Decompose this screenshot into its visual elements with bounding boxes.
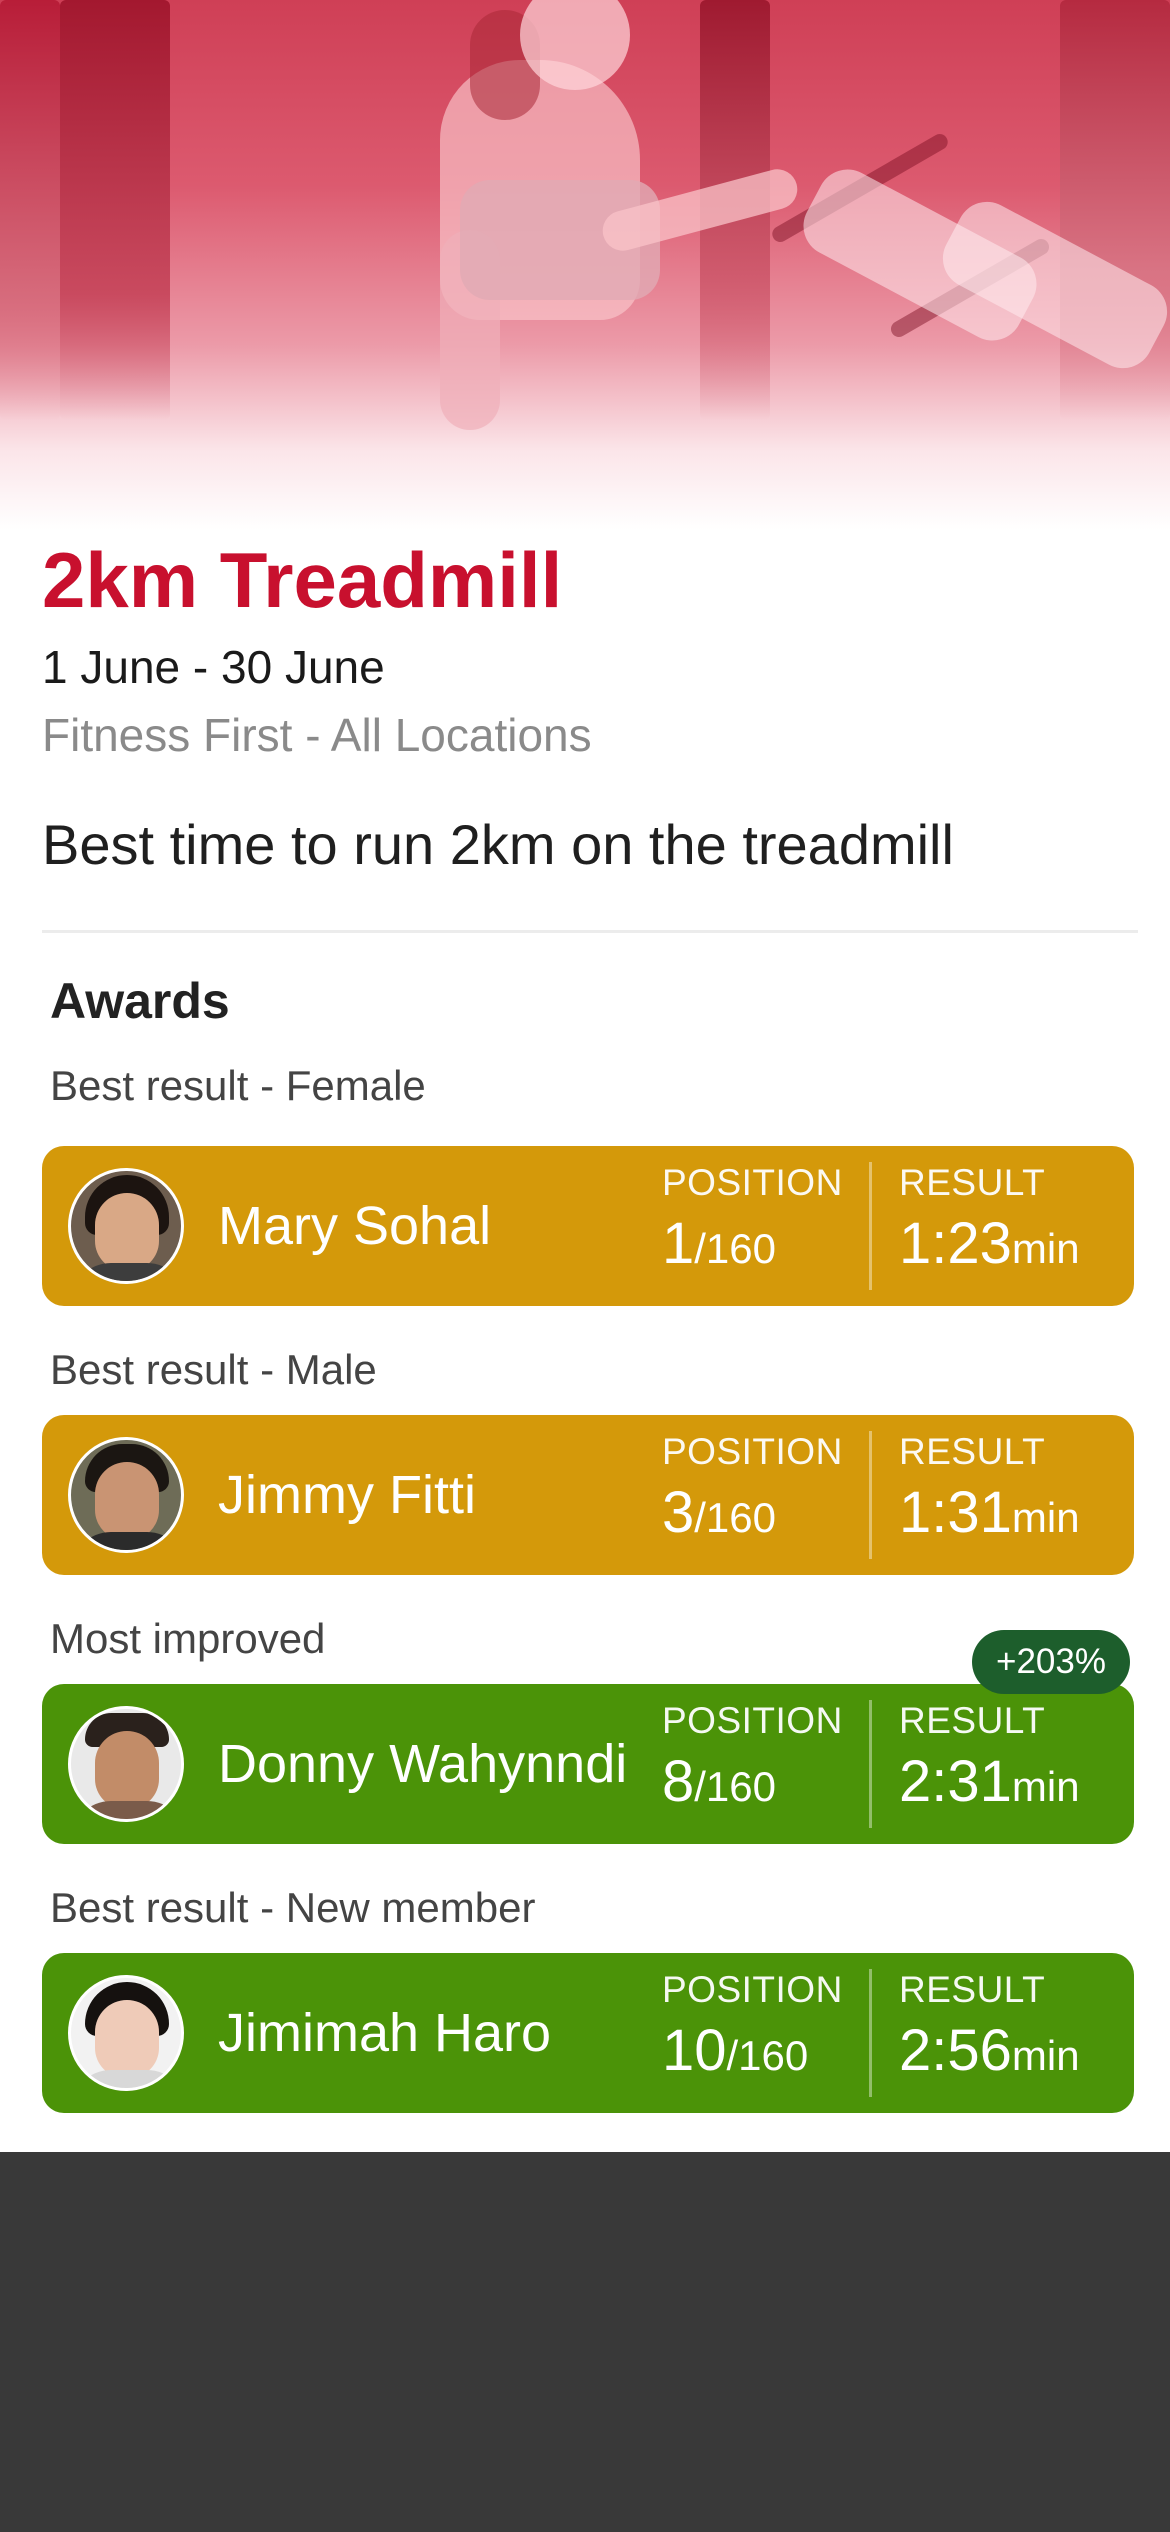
avatar — [68, 1437, 184, 1553]
stat-separator — [869, 1700, 872, 1828]
challenge-title: 2km Treadmill — [42, 536, 563, 624]
challenge-description: Best time to run 2km on the treadmill — [42, 813, 954, 876]
award-card-best-male[interactable]: Jimmy Fitti POSITION 3/160 RESULT 1:31mi… — [42, 1415, 1134, 1575]
position-total: /160 — [694, 1494, 777, 1541]
award-card-best-female[interactable]: Mary Sohal POSITION 1/160 RESULT 1:23min — [42, 1146, 1134, 1306]
result-stat: RESULT 1:23min — [899, 1162, 1080, 1277]
result-value: 1:31 — [899, 1480, 1012, 1545]
challenge-dates: 1 June - 30 June — [42, 641, 385, 693]
challenge-screen: 2km Treadmill 1 June - 30 June Fitness F… — [0, 0, 1170, 2152]
award-category-label: Best result - New member — [50, 1884, 536, 1931]
result-unit: min — [1011, 1763, 1080, 1810]
position-stat: POSITION 10/160 — [662, 1969, 843, 2084]
result-stat: RESULT 1:31min — [899, 1431, 1080, 1546]
position-value: 10 — [662, 2018, 727, 2083]
position-value: 1 — [662, 1211, 695, 1276]
member-name: Jimmy Fitti — [218, 1465, 476, 1525]
position-value: 3 — [662, 1480, 695, 1545]
result-value: 2:31 — [899, 1749, 1012, 1814]
position-total: /160 — [694, 1225, 777, 1272]
awards-heading: Awards — [50, 973, 230, 1029]
member-name: Jimimah Haro — [218, 2003, 552, 2063]
divider — [42, 930, 1138, 933]
result-value: 2:56 — [899, 2018, 1012, 2083]
award-category-label: Best result - Male — [50, 1346, 377, 1393]
challenge-location: Fitness First - All Locations — [42, 709, 592, 761]
stat-separator — [869, 1162, 872, 1290]
member-name: Mary Sohal — [218, 1196, 492, 1256]
result-unit: min — [1011, 2032, 1080, 2079]
position-label: POSITION — [662, 1700, 843, 1741]
result-label: RESULT — [899, 1431, 1046, 1472]
result-label: RESULT — [899, 1162, 1046, 1203]
result-stat: RESULT 2:56min — [899, 1969, 1080, 2084]
result-label: RESULT — [899, 1700, 1046, 1741]
position-stat: POSITION 3/160 — [662, 1431, 843, 1546]
award-category-label: Best result - Female — [50, 1062, 426, 1109]
result-value: 1:23 — [899, 1211, 1012, 1276]
result-unit: min — [1011, 1225, 1080, 1272]
position-label: POSITION — [662, 1969, 843, 2010]
result-label: RESULT — [899, 1969, 1046, 2010]
position-stat: POSITION 8/160 — [662, 1700, 843, 1815]
hero-image — [0, 0, 1170, 530]
result-unit: min — [1011, 1494, 1080, 1541]
position-value: 8 — [662, 1749, 695, 1814]
position-stat: POSITION 1/160 — [662, 1162, 843, 1277]
position-label: POSITION — [662, 1162, 843, 1203]
avatar — [68, 1706, 184, 1822]
stat-separator — [869, 1431, 872, 1559]
position-label: POSITION — [662, 1431, 843, 1472]
award-category-label: Most improved — [50, 1615, 326, 1662]
award-card-new-member[interactable]: Jimimah Haro POSITION 10/160 RESULT 2:56… — [42, 1953, 1134, 2113]
position-total: /160 — [726, 2032, 809, 2079]
avatar — [68, 1168, 184, 1284]
position-total: /160 — [694, 1763, 777, 1810]
improvement-badge: +203% — [972, 1630, 1130, 1694]
member-name: Donny Wahynndi — [218, 1734, 628, 1794]
avatar — [68, 1975, 184, 2091]
result-stat: RESULT 2:31min — [899, 1700, 1080, 1815]
stat-separator — [869, 1969, 872, 2097]
award-card-most-improved[interactable]: Donny Wahynndi POSITION 8/160 RESULT 2:3… — [42, 1684, 1134, 1844]
